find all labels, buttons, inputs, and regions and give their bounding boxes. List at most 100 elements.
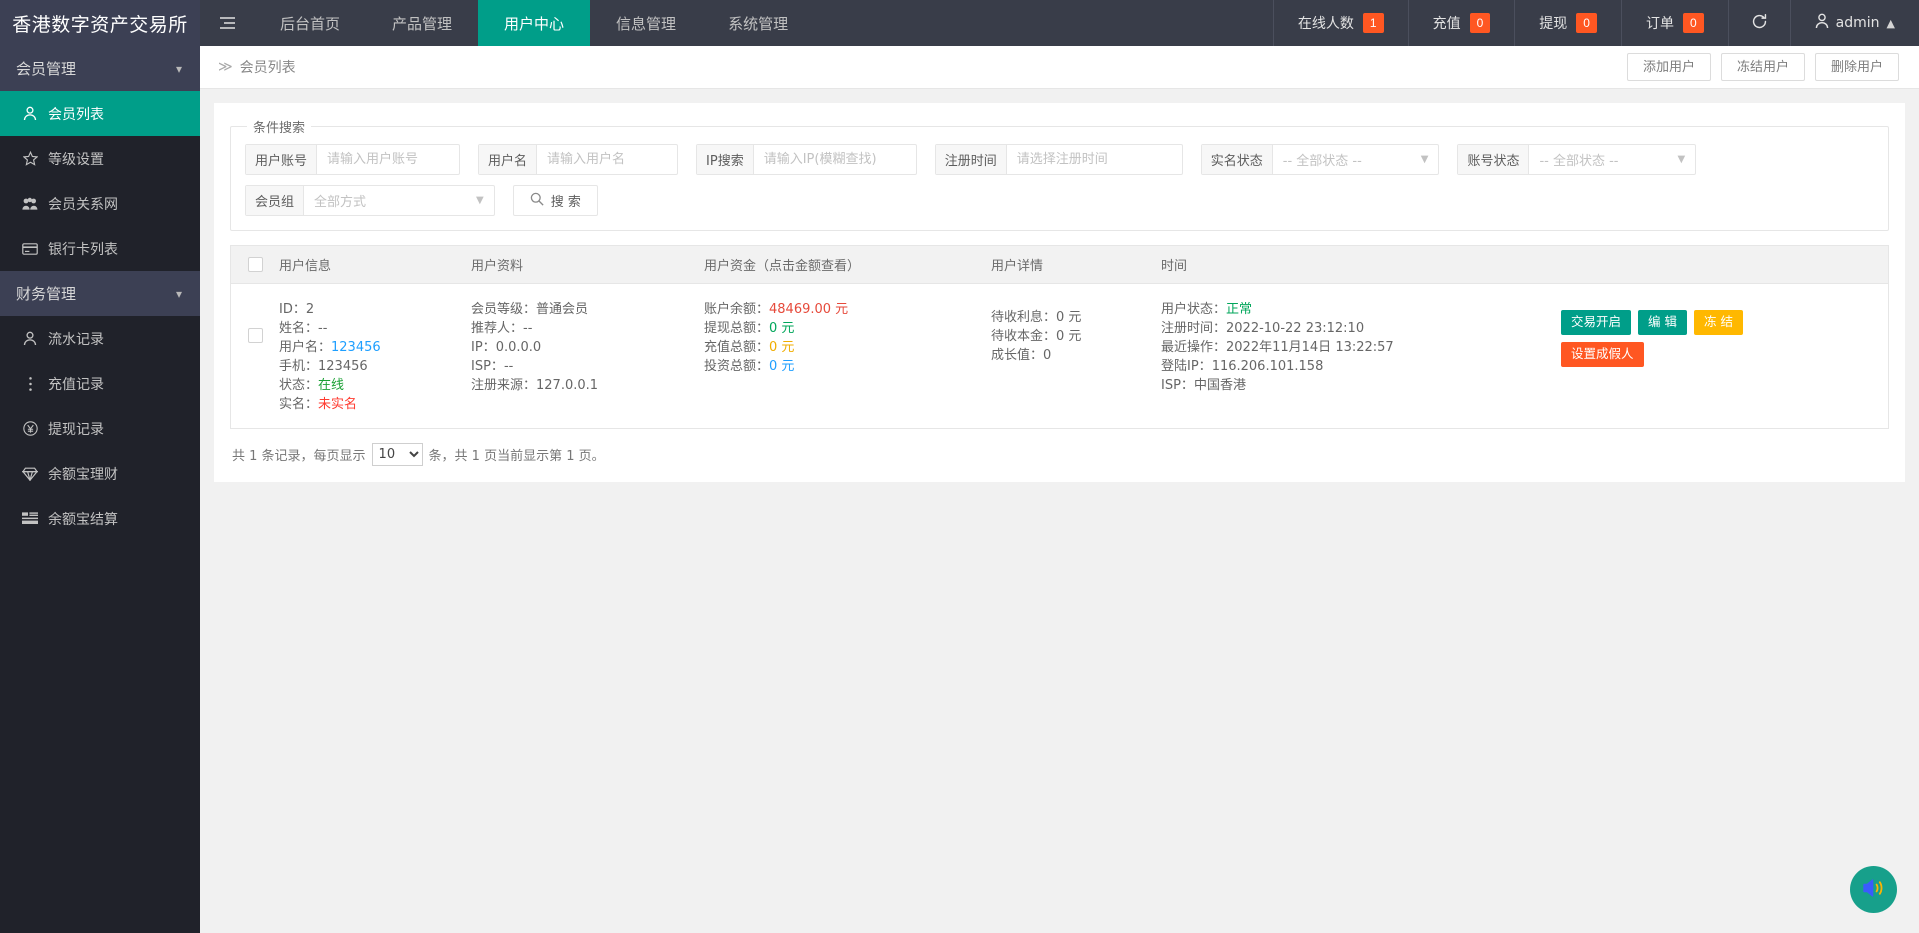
last-operation-label: 最近操作：	[1161, 340, 1226, 355]
tab-system-management[interactable]: 系统管理	[702, 0, 814, 46]
user-id-line: ID：2	[279, 300, 471, 319]
member-group-select[interactable]: 全部方式 ▼	[304, 186, 494, 215]
stat-recharge[interactable]: 充值 0	[1408, 0, 1515, 46]
field-register-time: 注册时间	[935, 144, 1183, 175]
hamburger-icon[interactable]	[200, 0, 254, 46]
sidebar-item-member-network[interactable]: 会员关系网	[0, 181, 200, 226]
add-user-button[interactable]: 添加用户	[1627, 53, 1711, 81]
sidebar-item-bank-card-list[interactable]: 银行卡列表	[0, 226, 200, 271]
sidebar-item-withdraw-records[interactable]: 提现记录	[0, 406, 200, 451]
set-as-fake-user-button[interactable]: 设置成假人	[1561, 342, 1644, 367]
page-body: 条件搜索 用户账号 用户名 IP搜索 注册时间	[200, 89, 1919, 482]
stat-recharge-label: 充值	[1433, 13, 1461, 33]
user-icon	[22, 106, 38, 122]
recharge-total-label: 充值总额：	[704, 340, 769, 355]
select-all-checkbox[interactable]	[248, 257, 263, 272]
diamond-icon	[22, 466, 38, 482]
sidebar-item-member-list[interactable]: 会员列表	[0, 91, 200, 136]
sidebar: 会员管理 ▾ 会员列表 等级设置 会员关系网	[0, 46, 200, 933]
per-page-select[interactable]: 10 20 50 100	[372, 443, 423, 466]
account-balance-value[interactable]: 48469.00 元	[769, 302, 848, 317]
search-account-input[interactable]	[317, 145, 459, 174]
row-action-buttons: 交易开启 编 辑 冻 结 设置成假人	[1561, 310, 1749, 367]
cell-time: 用户状态：正常 注册时间：2022-10-22 23:12:10 最近操作：20…	[1161, 300, 1561, 395]
real-name-status-select[interactable]: -- 全部状态 -- ▼	[1273, 145, 1439, 174]
sidebar-item-label: 充值记录	[48, 374, 104, 394]
user-menu[interactable]: admin ▲	[1790, 0, 1919, 46]
user-realname-status-line: 实名：未实名	[279, 395, 471, 414]
row-checkbox[interactable]	[248, 328, 263, 343]
search-form-row-2: 会员组 全部方式 ▼ 搜 索	[245, 175, 1874, 216]
stat-orders[interactable]: 订单 0	[1621, 0, 1728, 46]
field-account-label: 用户账号	[246, 145, 317, 174]
column-header-user-funds: 用户资金（点击金额查看）	[704, 255, 991, 274]
sidebar-item-label: 银行卡列表	[48, 239, 118, 259]
trade-enable-button[interactable]: 交易开启	[1561, 310, 1631, 335]
referrer-line: 推荐人：--	[471, 319, 704, 338]
sidebar-item-recharge-records[interactable]: 充值记录	[0, 361, 200, 406]
search-ip-input[interactable]	[754, 145, 916, 174]
field-username-label: 用户名	[479, 145, 537, 174]
tab-user-center[interactable]: 用户中心	[478, 0, 590, 46]
member-level-value: 普通会员	[536, 302, 588, 317]
cell-operations: 交易开启 编 辑 冻 结 设置成假人	[1561, 300, 1888, 367]
user-online-status-line: 状态：在线	[279, 376, 471, 395]
stat-withdraw[interactable]: 提现 0	[1514, 0, 1621, 46]
freeze-user-button[interactable]: 冻结用户	[1721, 53, 1805, 81]
stat-online-users[interactable]: 在线人数 1	[1273, 0, 1408, 46]
user-status-value: 正常	[1226, 302, 1252, 317]
user-realname-status-value: 未实名	[318, 397, 357, 412]
invest-total-line: 投资总额：0 元	[704, 357, 991, 376]
sidebar-group-label: 财务管理	[16, 283, 76, 304]
search-username-input[interactable]	[537, 145, 677, 174]
sound-toggle-button[interactable]	[1850, 866, 1897, 913]
dots-icon	[22, 376, 38, 392]
referrer-label: 推荐人：	[471, 321, 523, 336]
time-isp-line: ISP：中国香港	[1161, 376, 1561, 395]
withdraw-total-value[interactable]: 0 元	[769, 321, 794, 336]
sidebar-group-member-management[interactable]: 会员管理 ▾	[0, 46, 200, 91]
tab-home[interactable]: 后台首页	[254, 0, 366, 46]
delete-user-button[interactable]: 删除用户	[1815, 53, 1899, 81]
user-status-line: 用户状态：正常	[1161, 300, 1561, 319]
breadcrumb-actions: 添加用户 冻结用户 删除用户	[1627, 53, 1899, 81]
sidebar-item-label: 流水记录	[48, 329, 104, 349]
stat-orders-badge: 0	[1683, 13, 1704, 33]
user-id-value: 2	[306, 302, 314, 317]
profile-ip-value: 0.0.0.0	[496, 340, 541, 355]
search-register-time-input[interactable]	[1007, 145, 1182, 174]
top-header: 香港数字资产交易所 后台首页 产品管理 用户中心 信息管理 系统管理 在线人数 …	[0, 0, 1919, 46]
main-content: ≫ 会员列表 添加用户 冻结用户 删除用户 条件搜索 用户账号 用户名	[200, 46, 1919, 933]
sidebar-item-transaction-records[interactable]: 流水记录	[0, 316, 200, 361]
edit-button[interactable]: 编 辑	[1638, 310, 1687, 335]
sidebar-item-level-settings[interactable]: 等级设置	[0, 136, 200, 181]
recharge-total-value[interactable]: 0 元	[769, 340, 794, 355]
tab-product-management[interactable]: 产品管理	[366, 0, 478, 46]
field-member-group: 会员组 全部方式 ▼	[245, 185, 495, 216]
group-icon	[22, 196, 38, 212]
user-name-line: 姓名：--	[279, 319, 471, 338]
real-name-status-value: -- 全部状态 --	[1273, 150, 1421, 169]
sidebar-item-yuebao-finance[interactable]: 余额宝理财	[0, 451, 200, 496]
user-account-link[interactable]: 123456	[331, 340, 381, 355]
pending-interest-value: 0 元	[1056, 310, 1081, 325]
profile-isp-label: ISP：	[471, 359, 504, 374]
last-operation-value: 2022年11月14日 13:22:57	[1226, 340, 1394, 355]
referrer-value: --	[523, 321, 532, 336]
time-isp-value: 中国香港	[1194, 378, 1246, 393]
cell-user-funds: 账户余额：48469.00 元 提现总额：0 元 充值总额：0 元 投资总额：0…	[704, 300, 991, 376]
invest-total-value[interactable]: 0 元	[769, 359, 794, 374]
withdraw-total-line: 提现总额：0 元	[704, 319, 991, 338]
freeze-button[interactable]: 冻 结	[1694, 310, 1743, 335]
sidebar-item-yuebao-settlement[interactable]: 余额宝结算	[0, 496, 200, 541]
sidebar-group-finance-management[interactable]: 财务管理 ▾	[0, 271, 200, 316]
tab-info-management[interactable]: 信息管理	[590, 0, 702, 46]
user-name-label: admin	[1836, 15, 1880, 31]
yen-circle-icon	[22, 421, 38, 437]
card-icon	[22, 241, 38, 257]
time-isp-label: ISP：	[1161, 378, 1194, 393]
search-button[interactable]: 搜 索	[513, 185, 598, 216]
recharge-total-line: 充值总额：0 元	[704, 338, 991, 357]
account-status-select[interactable]: -- 全部状态 -- ▼	[1529, 145, 1695, 174]
refresh-button[interactable]	[1728, 0, 1790, 46]
